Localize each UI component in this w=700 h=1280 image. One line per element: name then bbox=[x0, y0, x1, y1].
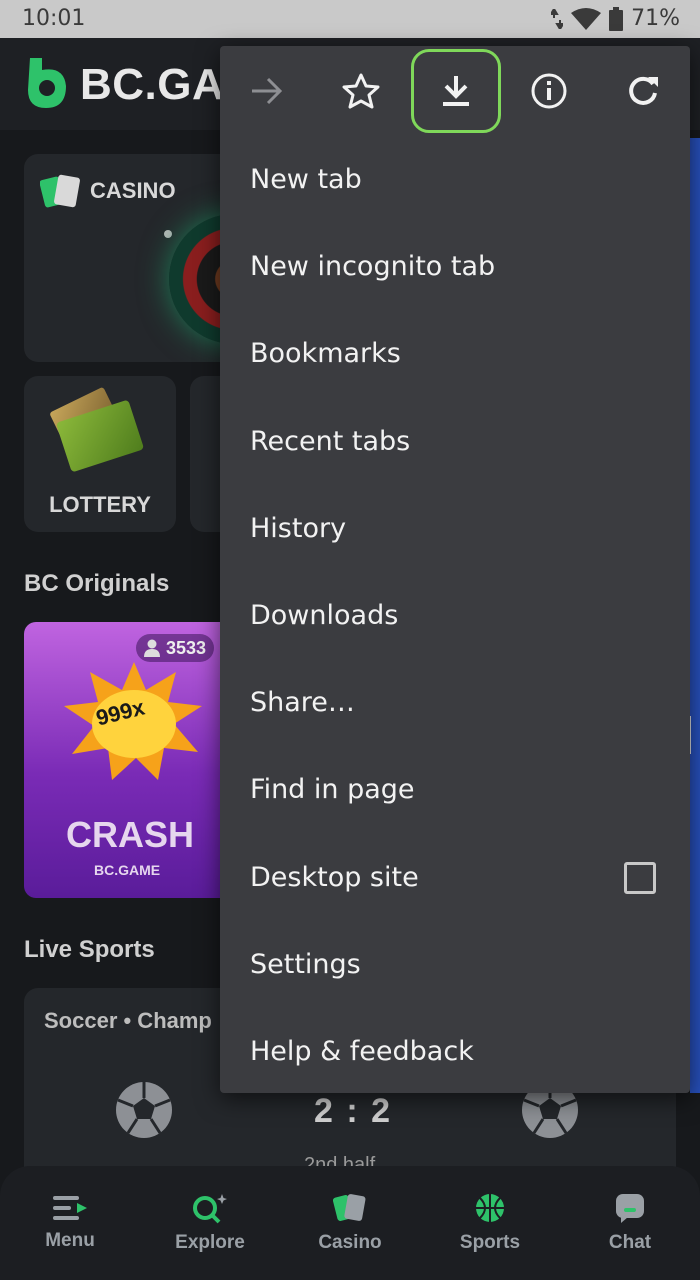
nav-label: Chat bbox=[608, 1232, 652, 1253]
menu-item-label: Bookmarks bbox=[250, 338, 401, 370]
menu-toolbar bbox=[220, 46, 690, 136]
menu-item-history[interactable]: History bbox=[220, 485, 690, 572]
menu-item-share[interactable]: Share… bbox=[220, 659, 690, 746]
menu-item-label: New incognito tab bbox=[250, 251, 496, 283]
menu-item-help-feedback[interactable]: Help & feedback bbox=[220, 1008, 690, 1095]
menu-item-label: Help & feedback bbox=[250, 1035, 474, 1067]
battery-percent: 71% bbox=[631, 6, 680, 31]
menu-item-label: Downloads bbox=[250, 600, 399, 632]
menu-item-label: Share… bbox=[250, 687, 355, 719]
download-icon bbox=[443, 76, 469, 106]
menu-item-desktop-site[interactable]: Desktop site bbox=[220, 834, 690, 921]
menu-item-label: Find in page bbox=[250, 774, 415, 806]
carousel-dot bbox=[164, 230, 172, 238]
browser-overflow-menu: New tab New incognito tab Bookmarks Rece… bbox=[220, 46, 690, 1093]
bookmark-star-icon bbox=[342, 73, 380, 109]
user-icon bbox=[144, 639, 160, 657]
bookmark-button[interactable] bbox=[336, 66, 386, 116]
section-title-originals: BC Originals bbox=[24, 570, 170, 597]
crash-title: CRASH bbox=[66, 814, 195, 855]
lottery-card[interactable]: LOTTERY bbox=[24, 376, 176, 532]
menu-item-bookmarks[interactable]: Bookmarks bbox=[220, 310, 690, 397]
menu-item-downloads[interactable]: Downloads bbox=[220, 572, 690, 659]
wifi-icon bbox=[571, 7, 602, 30]
nav-casino[interactable]: Casino bbox=[295, 1192, 405, 1254]
bc-logo-icon[interactable] bbox=[24, 56, 70, 110]
menu-item-settings[interactable]: Settings bbox=[220, 921, 690, 1008]
nav-chat[interactable]: Chat bbox=[575, 1192, 685, 1254]
menu-items: New tab New incognito tab Bookmarks Rece… bbox=[220, 136, 690, 1095]
search-sparkle-icon bbox=[193, 1194, 227, 1224]
status-bar: 10:01 71% bbox=[0, 0, 700, 38]
section-title-live-sports: Live Sports bbox=[24, 936, 155, 963]
chat-icon bbox=[616, 1194, 644, 1223]
battery-icon bbox=[609, 6, 624, 31]
menu-item-label: History bbox=[250, 512, 347, 544]
nav-label: Explore bbox=[175, 1232, 245, 1253]
player-count: 3533 bbox=[136, 634, 215, 662]
bottom-nav: Menu Explore Casino Sports Chat bbox=[0, 1166, 700, 1280]
menu-item-label: Recent tabs bbox=[250, 425, 411, 457]
nav-sports[interactable]: Sports bbox=[435, 1192, 545, 1254]
basketball-icon bbox=[476, 1194, 504, 1222]
info-icon bbox=[531, 73, 567, 109]
soccer-ball-icon bbox=[116, 1082, 172, 1138]
menu-item-label: New tab bbox=[250, 164, 362, 196]
cards-icon bbox=[40, 174, 80, 208]
status-icons: 71% bbox=[551, 6, 680, 31]
menu-item-label: Desktop site bbox=[250, 861, 419, 893]
nav-label: Sports bbox=[459, 1232, 521, 1253]
nav-label: Casino bbox=[318, 1232, 382, 1253]
crash-brand: BC.GAME bbox=[94, 862, 161, 878]
menu-item-label: Settings bbox=[250, 948, 361, 980]
menu-icon bbox=[53, 1196, 87, 1220]
menu-item-new-incognito-tab[interactable]: New incognito tab bbox=[220, 223, 690, 310]
menu-item-new-tab[interactable]: New tab bbox=[220, 136, 690, 223]
match-score: 2 : 2 bbox=[314, 1092, 393, 1130]
forward-button[interactable] bbox=[242, 66, 292, 116]
page-edge bbox=[690, 138, 700, 1093]
refresh-icon bbox=[629, 76, 658, 105]
match-league: Soccer • Champ bbox=[44, 1008, 212, 1033]
casino-label: CASINO bbox=[90, 178, 176, 203]
forward-icon bbox=[252, 77, 283, 105]
page-info-button[interactable] bbox=[524, 66, 574, 116]
nav-label: Menu bbox=[45, 1230, 95, 1251]
player-count-value: 3533 bbox=[166, 637, 207, 658]
data-arrows-icon bbox=[551, 8, 564, 29]
nav-explore[interactable]: Explore bbox=[155, 1192, 265, 1254]
status-time: 10:01 bbox=[22, 6, 86, 31]
desktop-site-checkbox[interactable] bbox=[624, 861, 656, 894]
menu-item-find-in-page[interactable]: Find in page bbox=[220, 746, 690, 833]
download-button[interactable] bbox=[431, 66, 481, 116]
menu-item-recent-tabs[interactable]: Recent tabs bbox=[220, 398, 690, 485]
crash-game-card[interactable]: 3533 999x CRASH BC.GAME bbox=[24, 622, 250, 898]
lottery-label: LOTTERY bbox=[49, 492, 151, 517]
refresh-button[interactable] bbox=[618, 66, 668, 116]
cards-icon bbox=[333, 1194, 366, 1221]
nav-menu[interactable]: Menu bbox=[15, 1194, 125, 1252]
